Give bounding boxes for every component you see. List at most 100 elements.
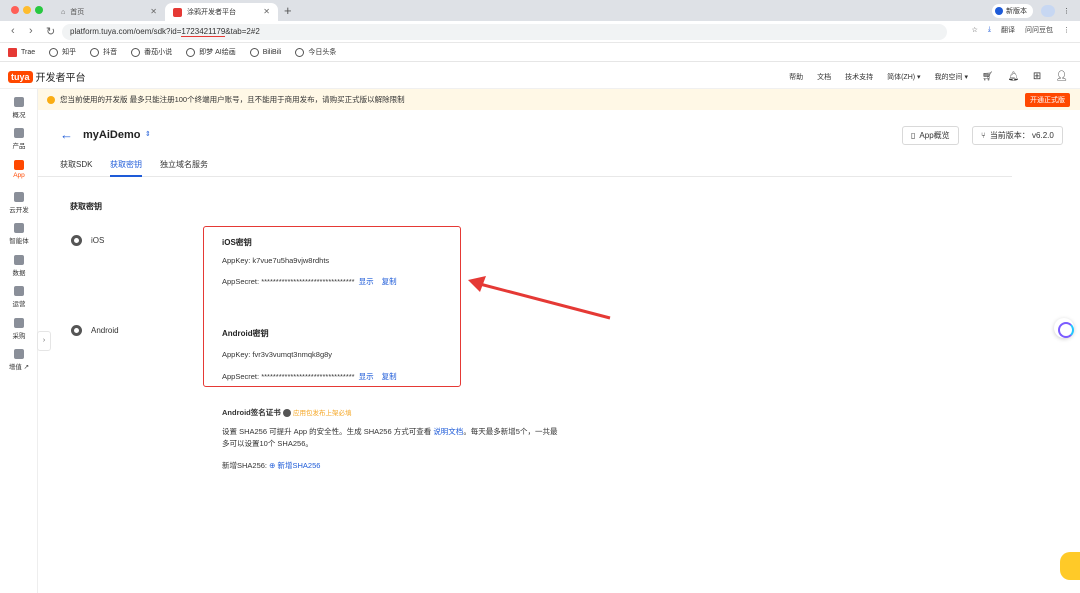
nav-help[interactable]: 帮助: [789, 72, 803, 82]
app-icon: [14, 160, 24, 170]
current-version-button[interactable]: ⑂ 当前版本： v6.2.0: [972, 126, 1063, 145]
dev-version-notice: 您当前使用的开发版 最多只能注册100个终端用户账号，且不能用于商用发布，请购买…: [38, 89, 1080, 110]
apps-grid-icon[interactable]: ⊞: [1033, 71, 1041, 82]
purchase-icon: [14, 318, 24, 328]
ios-show-link[interactable]: 显示: [359, 277, 374, 286]
sidebar-item-agent[interactable]: 智能体: [0, 223, 38, 245]
star-icon[interactable]: ☆: [972, 26, 978, 34]
trae-icon: [8, 47, 17, 57]
globe-icon: [186, 47, 196, 57]
tab-get-sdk[interactable]: 获取SDK: [60, 159, 92, 170]
translate-button[interactable]: 翻译: [1001, 25, 1015, 35]
highlight-box: [203, 226, 461, 387]
browser-titlebar: ⌂ 首页 ✕ 涂鸦开发者平台 ✕ + 新版本 ⋮: [0, 0, 1080, 21]
app-overview-button[interactable]: ▯ App概览: [902, 126, 959, 145]
android-key-title: Android密钥: [222, 329, 269, 338]
cert-desc-line2: 多可以设置10个 SHA256。: [222, 439, 313, 448]
android-cert-title: Android签名证书 应用包发布上架必填: [222, 408, 352, 418]
android-show-link[interactable]: 显示: [359, 372, 374, 381]
warning-icon: [47, 95, 55, 104]
tab-domain-service[interactable]: 独立域名服务: [160, 159, 208, 170]
menu-icon[interactable]: ⋮: [1063, 26, 1070, 34]
close-icon[interactable]: ✕: [150, 7, 157, 16]
bookmark-jimeng[interactable]: 即梦 AI绘画: [186, 47, 236, 57]
forward-icon[interactable]: ›: [29, 25, 33, 37]
android-copy-link[interactable]: 复制: [382, 372, 397, 381]
cart-icon[interactable]: 🛒︎: [982, 71, 993, 82]
globe-icon: [49, 47, 59, 57]
bookmark-zhihu[interactable]: 知乎: [49, 47, 76, 57]
value-added-icon: [14, 349, 24, 359]
sidebar-expand-button[interactable]: ›: [37, 331, 51, 351]
info-icon[interactable]: [282, 409, 291, 418]
android-icon: [71, 325, 82, 336]
reload-icon[interactable]: ↻: [46, 25, 55, 38]
profile-avatar[interactable]: [1041, 5, 1055, 17]
browser-tab-home[interactable]: ⌂ 首页 ✕: [53, 3, 165, 21]
bookmarks-bar: Trae 知乎 抖音 番茄小说 即梦 AI绘画 BiliBili 今日头条: [0, 43, 1080, 62]
browser-tab-platform[interactable]: 涂鸦开发者平台 ✕: [165, 3, 278, 21]
close-icon[interactable]: ✕: [263, 7, 270, 16]
new-tab-button[interactable]: +: [284, 3, 292, 18]
language-dropdown[interactable]: 简体(ZH) ▾: [887, 72, 920, 82]
agent-icon: [14, 223, 24, 233]
new-version-button[interactable]: 新版本: [992, 4, 1033, 18]
address-bar: ‹ › ↻ platform.tuya.com/oem/sdk?id=17234…: [0, 21, 1080, 43]
globe-icon: [295, 47, 305, 57]
annotation-arrow: [468, 276, 611, 320]
sidebar-item-product[interactable]: 产品: [0, 128, 38, 150]
cert-desc: 设置 SHA256 可提升 App 的安全性。生成 SHA256 方式可查看 说…: [222, 427, 558, 436]
more-icon[interactable]: ⋮: [1063, 7, 1070, 15]
sidebar-item-value-added[interactable]: 增值 ↗: [0, 349, 38, 371]
platform-android: Android: [71, 325, 119, 336]
url-input[interactable]: platform.tuya.com/oem/sdk?id=1723421179&…: [62, 24, 947, 40]
tuya-favicon-icon: [173, 7, 182, 17]
docs-link[interactable]: 说明文档: [433, 427, 463, 436]
version-icon: ⑂: [981, 131, 986, 140]
bookmark-trae[interactable]: Trae: [8, 47, 35, 57]
ios-key-title: iOS密钥: [222, 238, 252, 247]
download-icon[interactable]: ⤓: [988, 26, 991, 34]
sidebar-item-data[interactable]: 数据: [0, 255, 38, 277]
bookmark-bilibili[interactable]: BiliBili: [249, 47, 281, 57]
platform-ios: iOS: [71, 235, 104, 246]
bookmark-douyin[interactable]: 抖音: [90, 47, 117, 57]
nav-docs[interactable]: 文档: [817, 72, 831, 82]
doubao-button[interactable]: 问问豆包: [1025, 25, 1053, 35]
window-controls[interactable]: [11, 6, 47, 16]
update-icon: [995, 7, 1003, 15]
mascot-icon[interactable]: [1060, 552, 1080, 580]
sidebar-item-overview[interactable]: 概况: [0, 97, 38, 119]
back-arrow-icon[interactable]: ←: [60, 127, 73, 142]
ios-appsecret: AppSecret: *****************************…: [222, 277, 397, 286]
product-icon: [14, 128, 24, 138]
ios-copy-link[interactable]: 复制: [382, 277, 397, 286]
ios-appkey: AppKey: k7vue7u5ha9vjw8rdhts: [222, 256, 330, 265]
tabs: 获取SDK 获取密钥 独立域名服务: [38, 155, 1012, 177]
bell-icon[interactable]: 🔔︎: [1007, 71, 1018, 82]
sidebar-item-operate[interactable]: 运营: [0, 286, 38, 308]
app-switch-icon[interactable]: ⇕: [145, 130, 151, 138]
bookmark-fanqie[interactable]: 番茄小说: [131, 47, 172, 57]
android-appkey: AppKey: fvr3v3vumqt3nmqk8g8y: [222, 350, 333, 359]
sidebar-item-purchase[interactable]: 采购: [0, 318, 38, 340]
home-icon: ⌂: [61, 8, 66, 16]
tuya-logo[interactable]: tuya 开发者平台: [8, 69, 86, 84]
user-icon[interactable]: 👤︎: [1055, 71, 1068, 82]
add-sha256-button[interactable]: ⊕ 新增SHA256: [269, 461, 320, 470]
globe-icon: [90, 47, 100, 57]
assistant-fab-icon[interactable]: [1054, 318, 1074, 338]
my-space-dropdown[interactable]: 我的空间 ▾: [935, 72, 968, 82]
sidebar-item-cloud[interactable]: 云开发: [0, 192, 38, 214]
app-header: tuya 开发者平台 帮助 文档 技术支持 简体(ZH) ▾ 我的空间 ▾ 🛒︎…: [0, 62, 1080, 89]
tab-get-key[interactable]: 获取密钥: [110, 159, 142, 177]
bookmark-toutiao[interactable]: 今日头条: [295, 47, 336, 57]
apple-icon: [71, 235, 82, 246]
sidebar-item-app[interactable]: App: [0, 160, 38, 179]
sidebar: 概况 产品 App 云开发 智能体 数据 运营 采购 增值 ↗: [0, 89, 38, 593]
upgrade-button[interactable]: 开通正式版: [1025, 93, 1070, 107]
app-name: myAiDemo: [83, 129, 141, 141]
nav-support[interactable]: 技术支持: [845, 72, 873, 82]
back-icon[interactable]: ‹: [11, 25, 15, 37]
cloud-icon: [14, 192, 24, 202]
